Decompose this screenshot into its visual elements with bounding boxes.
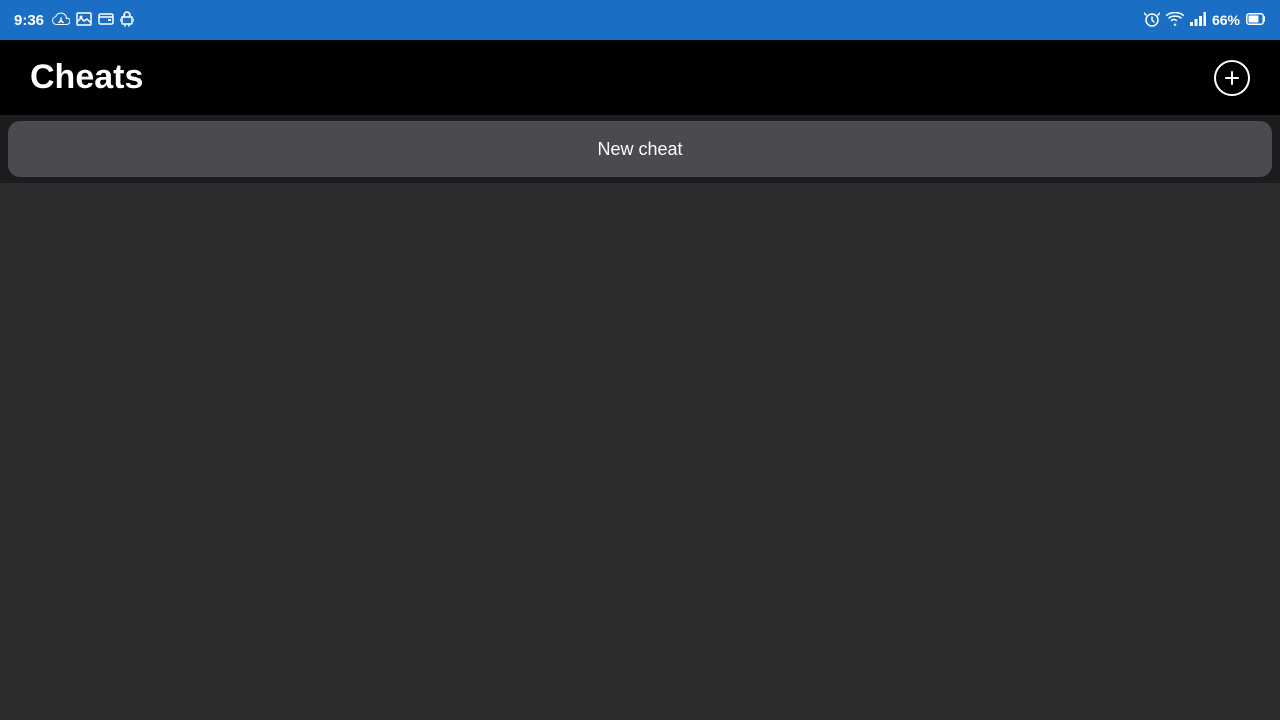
status-right: 66% — [1144, 11, 1266, 30]
signal-icon — [1190, 12, 1206, 29]
sync-icon — [52, 12, 70, 29]
alarm-icon — [1144, 11, 1160, 30]
add-cheat-button[interactable] — [1214, 60, 1250, 96]
status-icons — [52, 11, 134, 30]
image-icon — [76, 12, 92, 29]
wifi-icon — [1166, 12, 1184, 29]
plus-icon — [1222, 68, 1242, 88]
battery-icon — [1246, 12, 1266, 28]
main-content — [0, 183, 1280, 720]
status-time: 9:36 — [14, 12, 44, 29]
status-left: 9:36 — [14, 11, 134, 30]
android-icon — [120, 11, 134, 30]
new-cheat-button[interactable]: New cheat — [8, 121, 1272, 177]
wallet-icon — [98, 12, 114, 28]
header-bar: Cheats — [0, 40, 1280, 115]
status-bar: 9:36 — [0, 0, 1280, 40]
new-cheat-container: New cheat — [0, 115, 1280, 183]
battery-percent: 66% — [1212, 12, 1240, 28]
page-title: Cheats — [30, 58, 143, 97]
